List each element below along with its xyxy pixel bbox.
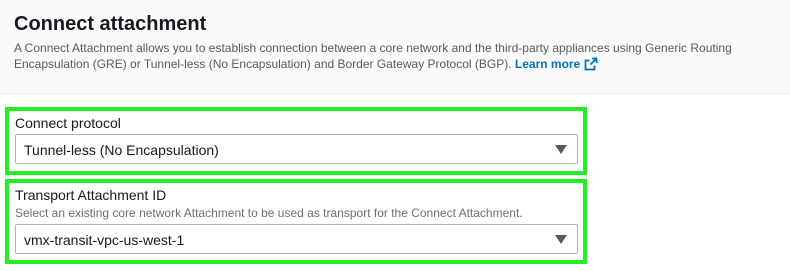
connect-protocol-value: Tunnel-less (No Encapsulation): [24, 142, 219, 158]
section-title: Connect attachment: [14, 13, 207, 35]
transport-attachment-field: Transport Attachment ID Select an existi…: [5, 179, 587, 264]
transport-attachment-select[interactable]: vmx-transit-vpc-us-west-1: [15, 224, 578, 254]
transport-attachment-hint: Select an existing core network Attachme…: [15, 206, 523, 220]
description-text: A Connect Attachment allows you to estab…: [14, 41, 732, 71]
section-description: A Connect Attachment allows you to estab…: [14, 40, 784, 72]
caret-down-icon: [555, 235, 567, 244]
external-link-icon[interactable]: [584, 57, 598, 71]
learn-more-label[interactable]: Learn more: [515, 57, 580, 71]
learn-more-link[interactable]: Learn more: [515, 57, 598, 71]
transport-attachment-value: vmx-transit-vpc-us-west-1: [24, 232, 185, 248]
caret-down-icon: [555, 145, 567, 154]
connect-protocol-field: Connect protocol Tunnel-less (No Encapsu…: [5, 107, 587, 175]
connect-protocol-select[interactable]: Tunnel-less (No Encapsulation): [15, 134, 578, 164]
transport-attachment-label: Transport Attachment ID: [15, 187, 167, 203]
connect-protocol-label: Connect protocol: [15, 115, 121, 131]
section-header: Connect attachment A Connect Attachment …: [0, 0, 790, 94]
